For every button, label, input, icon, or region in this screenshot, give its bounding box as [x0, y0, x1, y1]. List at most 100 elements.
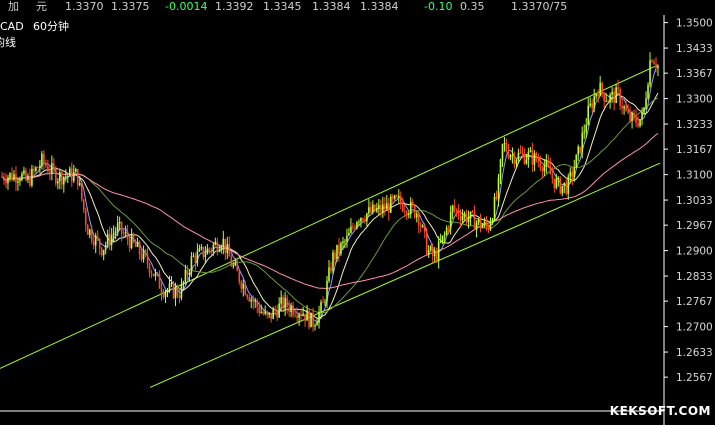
- candle-body: [533, 153, 536, 165]
- y-tick-label: 1.2967: [676, 220, 713, 232]
- ma-34-line: [1, 97, 659, 313]
- candle-body: [637, 123, 639, 127]
- y-tick-label: 1.3300: [676, 94, 713, 106]
- candle-body: [551, 174, 554, 179]
- candle-body: [425, 231, 428, 255]
- candle-body: [136, 241, 139, 247]
- candle-body: [569, 171, 572, 177]
- candle-body: [352, 226, 354, 228]
- candle-body: [390, 196, 392, 213]
- candle-body: [631, 112, 633, 121]
- candle-body: [489, 222, 492, 230]
- candle-body: [557, 178, 560, 180]
- candle-body: [130, 234, 133, 249]
- y-tick-label: 1.2700: [676, 322, 713, 334]
- candle-body: [188, 272, 191, 275]
- candle-body: [513, 154, 516, 165]
- y-tick-label: 1.3033: [676, 195, 713, 207]
- candle-body: [51, 163, 53, 174]
- y-tick-label: 1.3233: [676, 119, 713, 131]
- candle-body: [449, 212, 452, 229]
- candle-body: [555, 179, 558, 188]
- chart-period-label: 60分钟: [33, 19, 69, 33]
- candle-body: [132, 234, 135, 242]
- candle-body: [284, 297, 286, 309]
- candle-body: [553, 178, 556, 188]
- candle-body: [332, 252, 334, 272]
- quote-cell-bidask: 1.3370/75: [511, 0, 568, 13]
- candle-body: [218, 249, 221, 252]
- candle-body: [643, 107, 645, 113]
- candle-body: [84, 210, 87, 226]
- candle-body: [232, 265, 235, 267]
- candle-body: [657, 66, 659, 69]
- candle-body: [256, 300, 259, 307]
- candle-body: [505, 143, 508, 151]
- quote-cell-label: 加: [8, 0, 19, 13]
- candle-body: [517, 152, 520, 160]
- candle-body: [98, 238, 101, 248]
- candle-body: [366, 213, 368, 222]
- price-chart[interactable]: 1.3500 1.3433 1.3367 1.3300 1.3233 1.3167 1.31…: [0, 15, 715, 425]
- candle-body: [312, 312, 314, 327]
- candle-body: [507, 150, 510, 158]
- candle-body: [459, 215, 462, 221]
- candle-body: [224, 238, 227, 253]
- candle-body: [190, 256, 193, 273]
- candle-body: [499, 159, 502, 179]
- y-tick-label: 1.3100: [676, 170, 713, 182]
- candle-body: [63, 176, 65, 185]
- candle-body: [298, 314, 300, 318]
- candle-body: [166, 289, 169, 292]
- candle-body: [194, 255, 197, 263]
- candle-body: [405, 211, 408, 215]
- candle-body: [356, 222, 358, 229]
- candle-body: [296, 315, 298, 318]
- candle-body: [280, 297, 282, 304]
- candle-body: [615, 87, 617, 104]
- candle-body: [200, 246, 203, 249]
- candle-body: [208, 248, 211, 250]
- chart-canvas[interactable]: 1.3500 1.3433 1.3367 1.3300 1.3233 1.3167 1.31…: [0, 15, 715, 425]
- candle-body: [174, 287, 177, 299]
- candle-body: [286, 297, 288, 308]
- quote-cell-range: 0.35: [460, 0, 485, 13]
- candle-body: [302, 313, 304, 316]
- candle-body: [116, 223, 119, 232]
- candle-body: [276, 311, 278, 318]
- candle-body: [248, 297, 251, 302]
- candle-body: [376, 208, 378, 212]
- candle-body: [252, 299, 255, 302]
- candle-body: [625, 106, 627, 111]
- quote-cell-low: 1.3345: [263, 0, 302, 13]
- candle-body: [156, 272, 159, 274]
- y-tick-label: 1.3433: [676, 43, 713, 55]
- candle-body: [3, 176, 5, 181]
- candle-body: [531, 150, 534, 165]
- candle-body: [178, 295, 181, 299]
- candle-body: [150, 273, 153, 275]
- candle-body: [144, 250, 147, 255]
- candle-body: [47, 165, 49, 172]
- candle-body: [647, 85, 649, 99]
- candle-body: [619, 89, 621, 106]
- candle-body: [437, 241, 440, 261]
- candle-body: [246, 294, 249, 298]
- candle-body: [388, 203, 390, 213]
- candle-body: [382, 204, 384, 212]
- candle-body: [641, 112, 643, 120]
- candle-body: [1, 176, 3, 178]
- candle-body: [142, 250, 145, 260]
- candle-body: [549, 166, 552, 175]
- y-tick-label: 1.2633: [676, 347, 713, 359]
- candle-body: [407, 214, 410, 215]
- candle-body: [409, 201, 412, 215]
- candle-body: [364, 220, 366, 222]
- candle-body: [378, 204, 380, 209]
- candle-body: [148, 264, 151, 274]
- quote-cell-open: 1.3370: [65, 0, 104, 13]
- candle-body: [5, 180, 7, 184]
- candle-body: [180, 284, 183, 299]
- candle-body: [184, 269, 187, 282]
- candle-body: [358, 221, 360, 223]
